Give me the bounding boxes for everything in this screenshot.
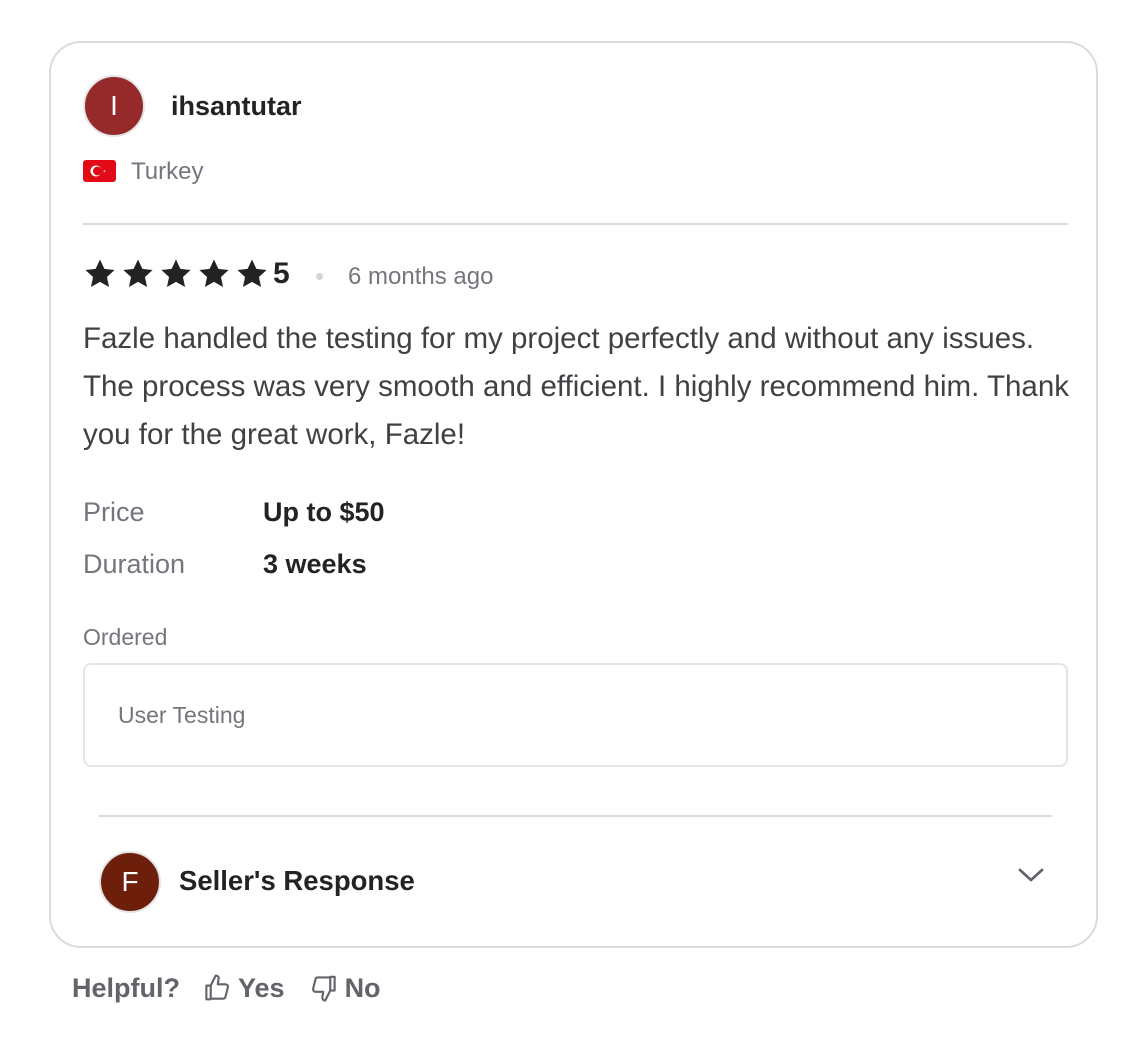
seller-avatar: F <box>99 851 161 913</box>
divider <box>99 815 1052 817</box>
review-text: Fazle handled the testing for my project… <box>83 322 1069 451</box>
duration-value: 3 weeks <box>263 549 367 579</box>
star-icon <box>161 259 191 288</box>
price-label: Price <box>83 497 145 527</box>
price-value: Up to $50 <box>263 497 385 527</box>
ordered-label: Ordered <box>83 624 168 650</box>
star-icon <box>199 259 229 288</box>
reviewer-username[interactable]: ihsantutar <box>171 89 302 123</box>
reviewer-country: Turkey <box>131 158 204 185</box>
reviewer-avatar-letter: I <box>110 90 118 121</box>
duration-label: Duration <box>83 549 186 579</box>
star-icon <box>237 259 267 288</box>
reviewer-avatar[interactable]: I <box>83 75 145 137</box>
divider <box>83 223 1068 225</box>
seller-response-title[interactable]: Seller's Response <box>179 864 415 898</box>
thumbs-down-icon <box>311 975 336 1002</box>
review-card: I ihsantutar Turkey 5 6 months ago Fazle… <box>49 41 1098 948</box>
helpful-no-button[interactable]: No <box>309 970 381 1006</box>
helpful-no-label: No <box>344 973 381 1003</box>
ordered-gig-box[interactable]: User Testing <box>83 663 1068 767</box>
seller-avatar-letter: F <box>121 866 139 897</box>
rating-value: 5 <box>273 257 290 290</box>
helpful-yes-button[interactable]: Yes <box>202 970 285 1006</box>
helpful-bar: Helpful? Yes No <box>72 970 405 1006</box>
chevron-down-icon[interactable] <box>1017 864 1045 886</box>
helpful-yes-label: Yes <box>238 973 285 1003</box>
helpful-label: Helpful? <box>72 973 180 1003</box>
star-rating <box>83 257 269 291</box>
star-icon <box>85 259 115 288</box>
ordered-gig-title: User Testing <box>118 702 246 728</box>
star-icon <box>123 259 153 288</box>
separator-dot <box>316 273 323 280</box>
turkey-flag-icon <box>83 160 116 182</box>
review-time: 6 months ago <box>348 263 494 290</box>
thumbs-up-icon <box>205 974 230 1001</box>
